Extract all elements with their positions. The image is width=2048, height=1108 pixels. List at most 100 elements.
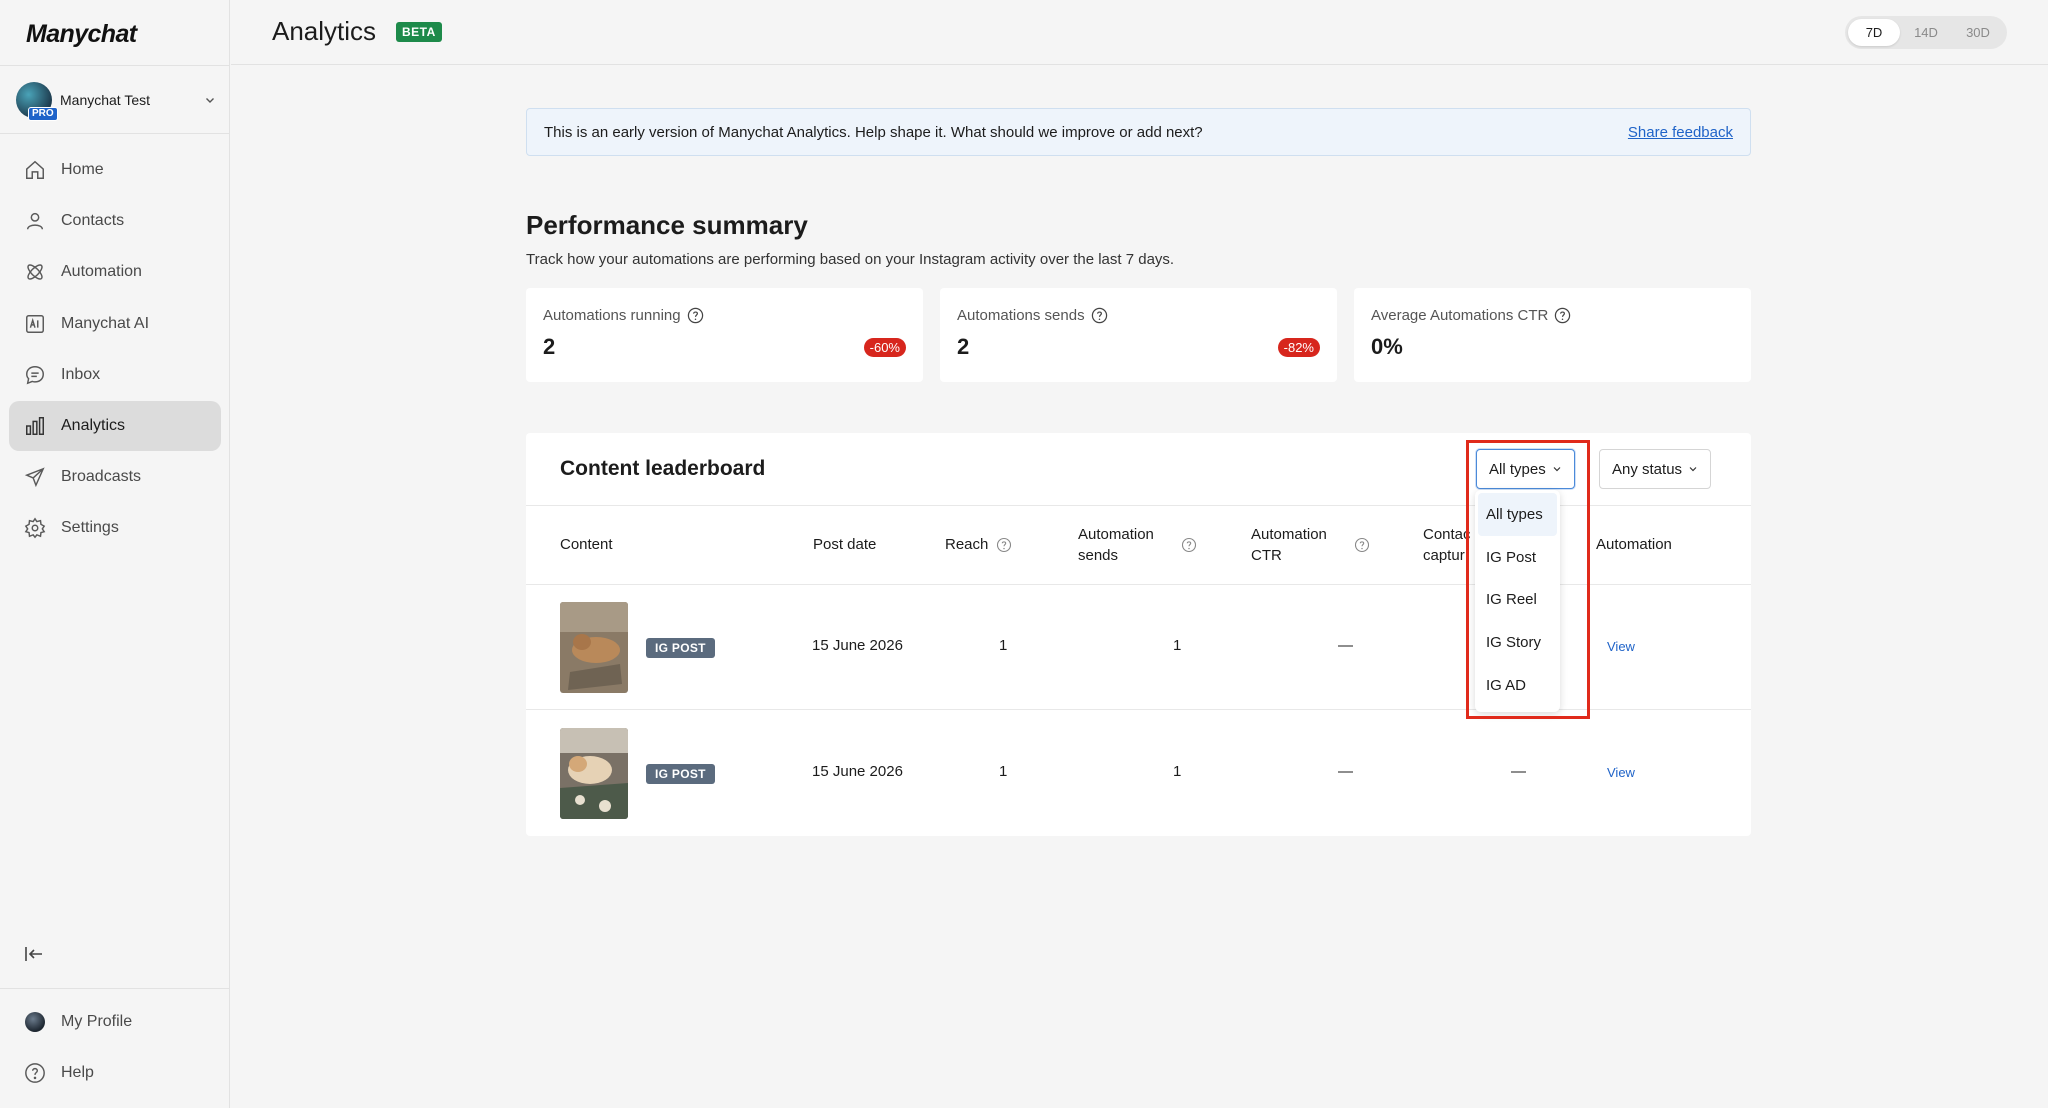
column-header-automation[interactable]: Automation xyxy=(1596,534,1672,555)
sidebar-item-help[interactable]: Help xyxy=(9,1048,221,1098)
metric-card-automations-sends: Automations sends 2 -82% xyxy=(940,288,1337,382)
automation-icon xyxy=(23,260,47,284)
collapse-sidebar-icon[interactable] xyxy=(22,942,46,966)
sidebar-item-inbox[interactable]: Inbox xyxy=(9,350,221,400)
sends-value: 1 xyxy=(1173,763,1182,780)
sidebar-item-automation[interactable]: Automation xyxy=(9,247,221,297)
manychat-logo[interactable]: Manychat xyxy=(26,20,137,49)
reach-value: 1 xyxy=(999,763,1008,780)
metric-card-average-ctr: Average Automations CTR 0% xyxy=(1354,288,1751,382)
type-filter-value: All types xyxy=(1489,460,1546,478)
post-thumbnail[interactable] xyxy=(560,602,628,693)
divider xyxy=(0,133,229,134)
chat-icon xyxy=(23,363,47,387)
sidebar-item-label: Contacts xyxy=(61,212,125,230)
range-7d-button[interactable]: 7D xyxy=(1848,19,1900,46)
column-header-reach[interactable]: Reach xyxy=(945,534,988,555)
metric-value: 0% xyxy=(1371,334,1403,359)
sidebar-nav: Home Contacts Automation Manychat AI Inb… xyxy=(9,145,221,555)
help-icon[interactable] xyxy=(1554,307,1571,324)
type-option-ig-story[interactable]: IG Story xyxy=(1478,621,1557,664)
metric-value: 2 xyxy=(543,334,556,359)
sidebar-item-label: Broadcasts xyxy=(61,468,142,486)
view-automation-link[interactable]: View xyxy=(1607,639,1635,654)
sidebar-item-label: Home xyxy=(61,161,104,178)
help-icon[interactable] xyxy=(1091,307,1108,324)
ai-icon xyxy=(23,312,47,336)
contacts-value: — xyxy=(1511,763,1526,780)
post-date: 15 June 2026 xyxy=(812,637,903,654)
performance-summary-title: Performance summary xyxy=(526,210,808,240)
sidebar-item-home[interactable]: Home xyxy=(9,145,221,195)
sidebar-item-my-profile[interactable]: My Profile xyxy=(9,997,221,1047)
column-header-automation-ctr[interactable]: Automation CTR xyxy=(1251,524,1327,566)
help-icon[interactable] xyxy=(1354,537,1370,553)
status-filter-dropdown[interactable]: Any status xyxy=(1599,449,1712,489)
sidebar-item-analytics[interactable]: Analytics xyxy=(9,400,221,451)
status-filter-value: Any status xyxy=(1612,460,1683,478)
sidebar-bottom-nav: My Profile Help xyxy=(9,997,221,1099)
type-option-all-types[interactable]: All types xyxy=(1478,493,1557,536)
sidebar-item-label: My Profile xyxy=(61,1013,133,1030)
sidebar-item-label: Inbox xyxy=(61,365,101,383)
post-thumbnail[interactable] xyxy=(560,728,628,819)
divider xyxy=(526,505,1751,506)
header-line: Automation xyxy=(1078,526,1154,543)
range-30d-button[interactable]: 30D xyxy=(1952,19,2004,46)
beta-badge: BETA xyxy=(396,22,442,42)
sidebar-item-label: Settings xyxy=(61,519,119,537)
type-option-ig-ad[interactable]: IG AD xyxy=(1478,664,1557,707)
column-header-contacts-captured[interactable]: Contac captur xyxy=(1423,524,1471,566)
metric-value: 2 xyxy=(957,334,970,359)
ctr-value: — xyxy=(1338,763,1353,780)
header-line: sends xyxy=(1078,547,1119,564)
share-feedback-link[interactable]: Share feedback xyxy=(1628,124,1733,141)
metric-label: Automations sends xyxy=(957,307,1085,324)
type-option-ig-reel[interactable]: IG Reel xyxy=(1478,578,1557,621)
divider xyxy=(526,584,1751,585)
bar-chart-icon xyxy=(23,414,47,438)
sidebar-item-label: Automation xyxy=(61,263,142,281)
account-switcher[interactable]: PRO Manychat Test xyxy=(16,82,216,121)
header-line: Automation xyxy=(1251,526,1327,543)
column-header-post-date[interactable]: Post date xyxy=(813,534,876,555)
sidebar-item-label: Manychat AI xyxy=(61,314,150,332)
leaderboard-title: Content leaderboard xyxy=(560,457,766,480)
column-header-automation-sends[interactable]: Automation sends xyxy=(1078,524,1154,566)
help-icon xyxy=(23,1061,47,1085)
metric-card-automations-running: Automations running 2 -60% xyxy=(526,288,923,382)
chevron-down-icon xyxy=(1689,467,1697,472)
help-icon[interactable] xyxy=(1181,537,1197,553)
reach-value: 1 xyxy=(999,637,1008,654)
account-avatar: PRO xyxy=(16,82,58,121)
divider xyxy=(0,988,229,989)
profile-avatar xyxy=(23,1010,47,1034)
help-icon[interactable] xyxy=(687,307,704,324)
chevron-down-icon xyxy=(1553,467,1561,472)
ctr-value: — xyxy=(1338,637,1353,654)
sidebar-item-settings[interactable]: Settings xyxy=(9,503,221,553)
chevron-down-icon xyxy=(206,98,214,103)
header-line: CTR xyxy=(1251,547,1282,564)
header-line: Contac xyxy=(1423,526,1471,543)
account-name: Manychat Test xyxy=(60,92,151,108)
type-filter-dropdown[interactable]: All types xyxy=(1476,449,1575,489)
column-header-content[interactable]: Content xyxy=(560,534,613,555)
banner-text: This is an early version of Manychat Ana… xyxy=(544,123,1203,141)
help-icon[interactable] xyxy=(996,537,1012,553)
sidebar: Manychat PRO Manychat Test Home Contacts… xyxy=(0,0,230,1108)
type-filter-menu: All types IG Post IG Reel IG Story IG AD xyxy=(1475,490,1560,712)
content-type-tag: IG POST xyxy=(646,764,715,784)
home-icon xyxy=(23,158,47,182)
content-leaderboard: Content leaderboard All types Any status… xyxy=(526,433,1751,836)
type-option-ig-post[interactable]: IG Post xyxy=(1478,536,1557,579)
view-automation-link[interactable]: View xyxy=(1607,765,1635,780)
sidebar-item-manychat-ai[interactable]: Manychat AI xyxy=(9,299,221,349)
content-type-tag: IG POST xyxy=(646,638,715,658)
sidebar-item-broadcasts[interactable]: Broadcasts xyxy=(9,452,221,502)
date-range-toggle: 7D 14D 30D xyxy=(1845,16,2007,49)
sidebar-item-contacts[interactable]: Contacts xyxy=(9,196,221,246)
range-14d-button[interactable]: 14D xyxy=(1900,19,1952,46)
sidebar-item-label: Help xyxy=(61,1064,94,1082)
send-icon xyxy=(23,465,47,489)
